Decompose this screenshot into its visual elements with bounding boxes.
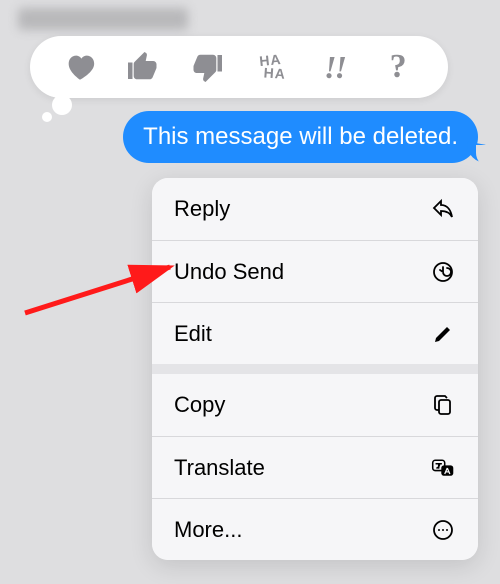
menu-reply-label: Reply: [174, 196, 230, 222]
reaction-question[interactable]: ?: [376, 45, 420, 89]
reaction-thumbs-up[interactable]: [121, 45, 165, 89]
menu-copy-label: Copy: [174, 392, 225, 418]
menu-more-label: More...: [174, 517, 242, 543]
message-text: This message will be deleted.: [143, 123, 458, 150]
reaction-bar-tail-small: [42, 112, 52, 122]
question-icon: ?: [390, 48, 407, 86]
edit-icon: [430, 321, 456, 347]
translate-icon: [430, 455, 456, 481]
undo-icon: [430, 259, 456, 285]
menu-edit-label: Edit: [174, 321, 212, 347]
reaction-heart[interactable]: [58, 45, 102, 89]
menu-more[interactable]: More...: [152, 498, 478, 560]
menu-reply[interactable]: Reply: [152, 178, 478, 240]
menu-edit[interactable]: Edit: [152, 302, 478, 364]
menu-copy[interactable]: Copy: [152, 374, 478, 436]
reaction-haha[interactable]: HAHA: [249, 45, 293, 89]
reaction-thumbs-down[interactable]: [185, 45, 229, 89]
more-icon: [430, 517, 456, 543]
menu-translate[interactable]: Translate: [152, 436, 478, 498]
menu-undo-send-label: Undo Send: [174, 259, 284, 285]
reply-icon: [430, 196, 456, 222]
thumbs-up-icon: [125, 49, 161, 85]
reaction-bar-tail: [52, 95, 72, 115]
heart-icon: [63, 50, 97, 84]
reaction-bar: HAHA !! ?: [30, 36, 448, 98]
menu-undo-send[interactable]: Undo Send: [152, 240, 478, 302]
contact-name-blurred: [18, 8, 188, 30]
haha-icon: HAHA: [258, 53, 283, 81]
exclaim-icon: !!: [324, 49, 345, 86]
message-bubble[interactable]: This message will be deleted.: [123, 111, 478, 163]
thumbs-down-icon: [189, 49, 225, 85]
copy-icon: [430, 392, 456, 418]
context-menu: Reply Undo Send Edit Copy Translate More…: [152, 178, 478, 560]
menu-translate-label: Translate: [174, 455, 265, 481]
reaction-exclaim[interactable]: !!: [312, 45, 356, 89]
menu-divider: [152, 364, 478, 374]
